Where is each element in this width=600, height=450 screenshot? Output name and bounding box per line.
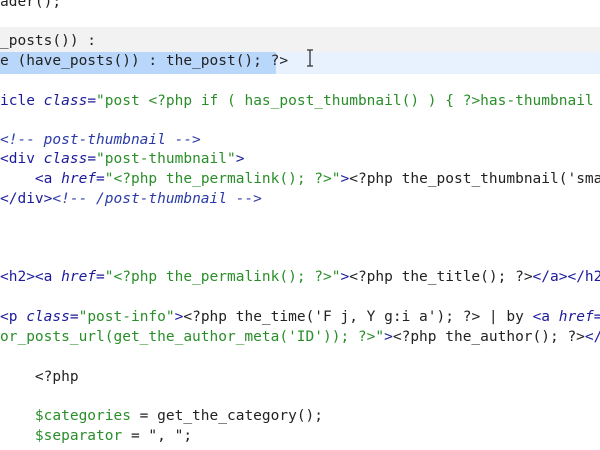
code-token: $separator bbox=[34, 428, 123, 444]
code-token: <!-- /post-thumbnail --> bbox=[52, 191, 262, 207]
code-line-11[interactable]: or_posts_url(get_the_author_meta('ID'));… bbox=[0, 327, 600, 347]
code-token: > bbox=[384, 329, 393, 345]
code-token: </a> bbox=[584, 329, 600, 345]
code-token: <?php the_post_thumbnail('small-t bbox=[349, 171, 600, 187]
code-token: $categories bbox=[34, 408, 131, 424]
code-line-14[interactable]: $separator = ", "; bbox=[0, 426, 192, 446]
code-token: " bbox=[331, 171, 341, 187]
code-token: "post bbox=[96, 93, 149, 109]
code-token: > bbox=[235, 151, 245, 167]
code-token: _posts()) : bbox=[0, 33, 97, 49]
code-line-6[interactable]: <div class="post-thumbnail"> bbox=[0, 149, 244, 169]
code-token: <a bbox=[34, 171, 62, 187]
code-token: or_posts_url(get_the_author_meta('ID'));… bbox=[0, 329, 376, 345]
code-token: has-thumbnail bbox=[480, 93, 600, 109]
code-token: = bbox=[96, 171, 105, 187]
code-token: <!-- post-thumbnail --> bbox=[0, 132, 201, 148]
code-line-7[interactable]: <a href="<?php the_permalink(); ?>"><?ph… bbox=[0, 169, 600, 189]
code-line-2[interactable]: _posts()) : bbox=[0, 31, 96, 51]
code-token: class bbox=[26, 309, 70, 325]
code-token: " bbox=[375, 329, 385, 345]
code-token: <div bbox=[0, 151, 44, 167]
code-token: <p bbox=[0, 309, 27, 325]
code-token: " bbox=[104, 171, 114, 187]
code-line-12[interactable]: <?php bbox=[0, 367, 79, 387]
code-line-4[interactable]: icle class="post <?php if ( has_post_thu… bbox=[0, 91, 600, 111]
code-line-3[interactable]: e (have_posts()) : the_post(); ?> bbox=[0, 51, 288, 71]
code-token: href bbox=[61, 171, 97, 187]
code-token: "post-thumbnail" bbox=[96, 151, 236, 167]
code-token: href bbox=[558, 309, 594, 325]
code-token: = bbox=[87, 151, 97, 167]
code-token: <?php the_author(); ?> bbox=[392, 329, 585, 345]
code-token: <?php if ( has_post_thumbnail() ) { ?> bbox=[148, 93, 481, 109]
code-token: <?php the_permalink(); ?> bbox=[113, 171, 332, 187]
code-token: ader(); bbox=[0, 0, 62, 10]
code-line-13[interactable]: $categories = get_the_category(); bbox=[0, 406, 323, 426]
code-line-5[interactable]: <!-- post-thumbnail --> bbox=[0, 130, 201, 150]
code-token: </div> bbox=[0, 191, 53, 207]
code-token: > bbox=[340, 171, 350, 187]
code-token: = get_the_category(); bbox=[130, 408, 324, 424]
code-token: <?php the_time('F j, Y g:i a'); ?> | by bbox=[183, 309, 533, 325]
code-line-10[interactable]: <p class="post-info"><?php the_time('F j… bbox=[0, 307, 600, 327]
code-token: href bbox=[61, 269, 97, 285]
code-token: class bbox=[43, 151, 88, 167]
code-line-1[interactable]: ader(); bbox=[0, 0, 61, 12]
text-cursor-icon bbox=[307, 49, 313, 67]
code-token: = bbox=[593, 309, 600, 325]
code-token: <?php bbox=[0, 369, 79, 385]
code-editor[interactable]: ader(); _posts()) : e (have_posts()) : t… bbox=[0, 0, 600, 450]
code-token: = bbox=[87, 93, 97, 109]
code-token: = bbox=[96, 269, 105, 285]
code-token: = ", "; bbox=[122, 428, 193, 444]
code-token: <a bbox=[532, 309, 559, 325]
code-token: </a></h2> bbox=[532, 269, 600, 285]
code-token: <?php the_permalink(); ?> bbox=[113, 269, 332, 285]
code-token: "post-info" bbox=[78, 309, 175, 325]
code-token: icle bbox=[0, 93, 44, 109]
code-token: e (have_posts()) : the_post(); ?> bbox=[0, 53, 289, 69]
code-token: class bbox=[43, 93, 88, 109]
code-token: > bbox=[340, 269, 350, 285]
code-line-8[interactable]: </div><!-- /post-thumbnail --> bbox=[0, 189, 262, 209]
editor-band bbox=[0, 0, 600, 27]
code-token: <h2><a bbox=[0, 269, 62, 285]
code-token: " bbox=[104, 269, 114, 285]
code-token: <?php the_title(); ?> bbox=[349, 269, 533, 285]
code-line-9[interactable]: <h2><a href="<?php the_permalink(); ?>">… bbox=[0, 267, 600, 287]
code-token: = bbox=[69, 309, 79, 325]
